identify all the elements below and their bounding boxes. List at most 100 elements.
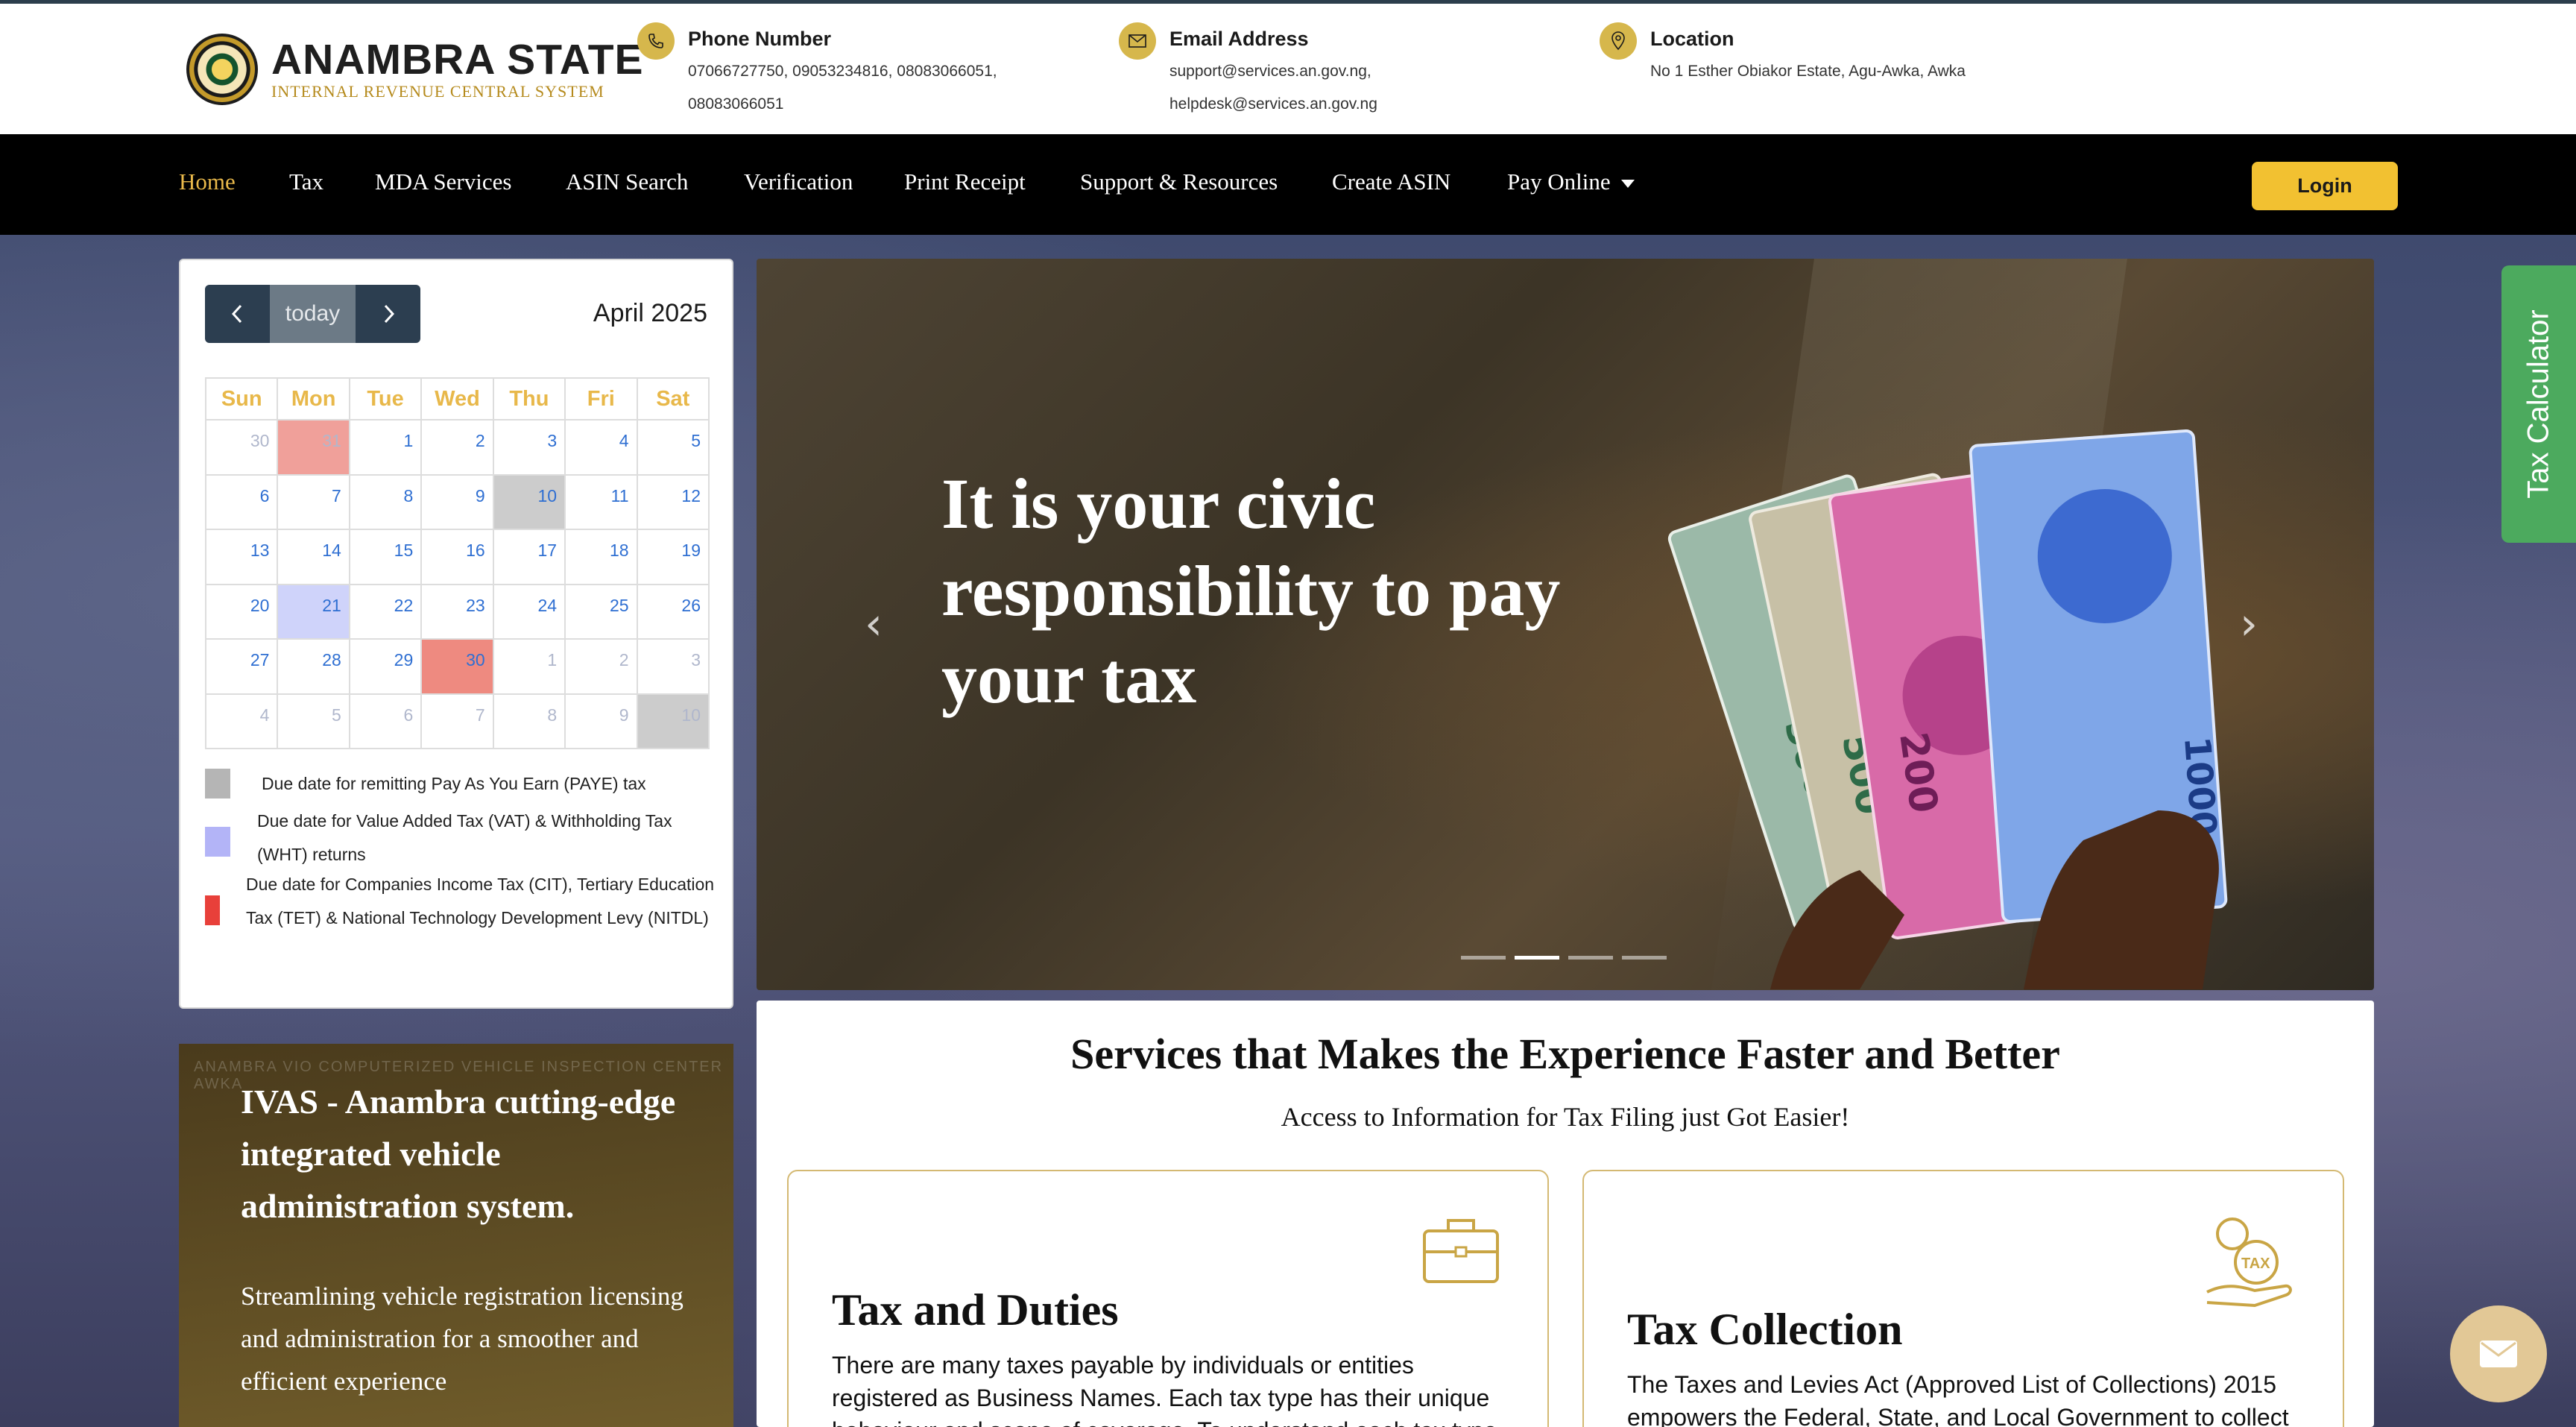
calendar-week: 13 14 15 16 17 18 19 (204, 529, 710, 585)
calendar-day[interactable]: 28 (277, 638, 350, 695)
calendar-day[interactable]: 16 (420, 529, 494, 585)
calendar-day[interactable]: 23 (420, 583, 494, 640)
calendar-day[interactable]: 15 (348, 529, 423, 585)
legend-text-paye: Due date for remitting Pay As You Earn (… (262, 774, 646, 793)
calendar-day-paye-due[interactable]: 10 (636, 693, 710, 749)
nav-asin-search[interactable]: ASIN Search (566, 168, 688, 195)
calendar-day[interactable]: 11 (564, 473, 638, 530)
envelope-icon (1119, 22, 1156, 60)
calendar-day[interactable]: 29 (348, 638, 423, 695)
carousel-prev-arrow[interactable]: ‹ (865, 598, 883, 650)
calendar-day[interactable]: 7 (277, 473, 350, 530)
phone-numbers: 07066727750, 09053234816, 08083066051, (688, 63, 997, 80)
nav-mda-services[interactable]: MDA Services (375, 168, 511, 195)
calendar-day-cit-due[interactable]: 31 (277, 419, 350, 476)
email-support[interactable]: support@services.an.gov.ng, (1169, 55, 1377, 88)
calendar-day[interactable]: 1 (348, 419, 423, 476)
nav-tax[interactable]: Tax (289, 168, 323, 195)
nav-pay-online[interactable]: Pay Online (1507, 168, 1635, 195)
nav-support-resources[interactable]: Support & Resources (1080, 168, 1278, 195)
service-card-desc-line: behaviour and scope of coverage. To unde… (832, 1414, 1518, 1427)
service-card-title: Tax and Duties (832, 1285, 1119, 1335)
service-card-desc-line: There are many taxes payable by individu… (832, 1352, 1414, 1379)
calendar-today-button[interactable]: today (270, 285, 356, 343)
service-card-desc-line: registered as Business Names. Each tax t… (832, 1385, 1490, 1411)
service-card-title: Tax Collection (1627, 1305, 1903, 1354)
calendar-day[interactable]: 4 (564, 419, 638, 476)
phone-icon (637, 22, 675, 60)
calendar-day[interactable]: 17 (492, 529, 566, 585)
legend-text-cit: Due date for Companies Income Tax (CIT),… (246, 875, 715, 927)
weekday-thu: Thu (492, 377, 566, 420)
carousel-next-arrow[interactable]: › (2240, 598, 2258, 650)
weekday-wed: Wed (420, 377, 494, 420)
nav-print-receipt[interactable]: Print Receipt (904, 168, 1026, 195)
calendar-day[interactable]: 3 (492, 419, 566, 476)
calendar-controls: today (205, 285, 420, 343)
legend-text-vat: Due date for Value Added Tax (VAT) & Wit… (257, 811, 672, 864)
calendar-day[interactable]: 7 (420, 693, 494, 749)
service-card-tax-duties[interactable]: Tax and Duties There are many taxes paya… (787, 1170, 1549, 1427)
nav-verification[interactable]: Verification (744, 168, 853, 195)
service-card-tax-collection[interactable]: TAX Tax Collection The Taxes and Levies … (1582, 1170, 2344, 1427)
location-pin-icon (1600, 22, 1637, 60)
calendar-day[interactable]: 6 (348, 693, 423, 749)
calendar-day[interactable]: 4 (204, 693, 279, 749)
weekday-header-row: Sun Mon Tue Wed Thu Fri Sat (204, 377, 710, 420)
calendar-day-vat-due[interactable]: 21 (277, 583, 350, 640)
calendar-day-cit-due[interactable]: 30 (420, 638, 494, 695)
legend-swatch-paye (205, 769, 230, 798)
calendar-day[interactable]: 20 (204, 583, 279, 640)
calendar-day[interactable]: 2 (564, 638, 638, 695)
calendar-day[interactable]: 30 (204, 419, 279, 476)
calendar-prev-button[interactable] (205, 285, 270, 343)
chat-button[interactable] (2450, 1305, 2547, 1402)
login-button[interactable]: Login (2252, 162, 2398, 210)
calendar-day[interactable]: 12 (636, 473, 710, 530)
nav-create-asin[interactable]: Create ASIN (1332, 168, 1450, 195)
carousel-dot[interactable] (1461, 956, 1506, 960)
chevron-left-icon (231, 304, 242, 324)
calendar-day[interactable]: 3 (636, 638, 710, 695)
legend-swatch-vat (205, 827, 230, 857)
chevron-right-icon (384, 304, 394, 324)
email-helpdesk[interactable]: helpdesk@services.an.gov.ng (1169, 88, 1377, 121)
phone-numbers-cont: 08083066051 (688, 95, 784, 113)
calendar-day[interactable]: 8 (348, 473, 423, 530)
calendar-day[interactable]: 22 (348, 583, 423, 640)
calendar-day[interactable]: 1 (492, 638, 566, 695)
calendar-week: 27 28 29 30 1 2 3 (204, 638, 710, 695)
calendar-day[interactable]: 5 (277, 693, 350, 749)
carousel-dot-active[interactable] (1515, 956, 1559, 960)
state-seal-icon (186, 34, 258, 105)
calendar-day-paye-due[interactable]: 10 (492, 473, 566, 530)
site-logo[interactable]: ANAMBRA STATE INTERNAL REVENUE CENTRAL S… (186, 34, 644, 105)
calendar-day[interactable]: 24 (492, 583, 566, 640)
calendar-day[interactable]: 25 (564, 583, 638, 640)
calendar-day[interactable]: 2 (420, 419, 494, 476)
calendar-day[interactable]: 27 (204, 638, 279, 695)
carousel-dot[interactable] (1568, 956, 1613, 960)
ivas-promo[interactable]: ANAMBRA VIO COMPUTERIZED VEHICLE INSPECT… (179, 1044, 733, 1427)
calendar-day[interactable]: 13 (204, 529, 279, 585)
phone-info: Phone Number 07066727750, 09053234816, 0… (637, 22, 997, 121)
calendar-day[interactable]: 18 (564, 529, 638, 585)
services-subtitle: Access to Information for Tax Filing jus… (1281, 1102, 1850, 1132)
calendar-day[interactable]: 26 (636, 583, 710, 640)
location-info: Location No 1 Esther Obiakor Estate, Agu… (1600, 22, 1966, 88)
calendar-day[interactable]: 19 (636, 529, 710, 585)
calendar-day[interactable]: 9 (564, 693, 638, 749)
service-card-description: There are many taxes payable by individu… (832, 1349, 1518, 1427)
calendar-day[interactable]: 6 (204, 473, 279, 530)
tax-calculator-tab[interactable]: Tax Calculator (2501, 265, 2576, 543)
tax-calendar: today April 2025 Sun Mon Tue Wed Thu Fri… (179, 259, 733, 1009)
hero-carousel[interactable]: It is your civic responsibility to pay y… (757, 259, 2374, 990)
calendar-day[interactable]: 5 (636, 419, 710, 476)
calendar-next-button[interactable] (356, 285, 420, 343)
nav-home[interactable]: Home (179, 168, 236, 195)
carousel-dot[interactable] (1622, 956, 1667, 960)
calendar-day[interactable]: 14 (277, 529, 350, 585)
calendar-week: 6 7 8 9 10 11 12 (204, 473, 710, 530)
calendar-day[interactable]: 8 (492, 693, 566, 749)
calendar-day[interactable]: 9 (420, 473, 494, 530)
